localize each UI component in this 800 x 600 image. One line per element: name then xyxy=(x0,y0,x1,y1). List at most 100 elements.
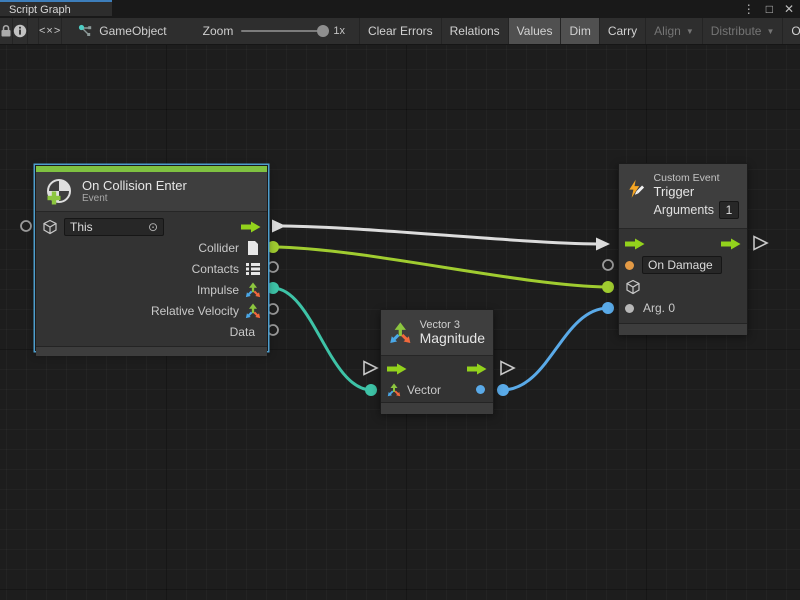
node-footer xyxy=(619,323,747,335)
toolbar-buttons: Clear Errors Relations Values Dim Carry … xyxy=(359,18,800,44)
target-field[interactable]: This ⊙ xyxy=(64,218,164,236)
port-row-vector[interactable]: Vector xyxy=(381,379,493,400)
zoom-slider-handle[interactable] xyxy=(317,25,329,37)
graph-target[interactable]: GameObject xyxy=(78,18,176,44)
custom-event-icon xyxy=(627,172,646,206)
port-custom-event-target[interactable] xyxy=(602,281,614,293)
clear-errors-button[interactable]: Clear Errors xyxy=(359,18,441,44)
port-magnitude-vector-in[interactable] xyxy=(365,384,377,396)
zoom-slider[interactable] xyxy=(241,30,325,32)
node-subtitle: Event xyxy=(82,193,187,205)
node-header: On Collision Enter Event xyxy=(36,172,267,212)
inspect-button[interactable] xyxy=(13,18,28,44)
zoom-control: Zoom 1x xyxy=(203,18,345,44)
port-row-contacts[interactable]: Contacts xyxy=(36,258,267,279)
port-magnitude-result-out[interactable] xyxy=(497,384,509,396)
port-row-target[interactable] xyxy=(619,276,747,298)
port-label-collider: Collider xyxy=(198,241,239,255)
values-button[interactable]: Values xyxy=(508,18,561,44)
collision-event-icon xyxy=(44,177,74,207)
port-row-arg0[interactable]: Arg. 0 xyxy=(619,298,747,320)
distribute-label: Distribute xyxy=(711,24,762,38)
vector3-icon xyxy=(389,319,412,347)
port-row-relative-velocity[interactable]: Relative Velocity xyxy=(36,300,267,321)
node-on-collision-enter[interactable]: On Collision Enter Event This ⊙ xyxy=(35,165,268,351)
close-icon[interactable]: ✕ xyxy=(784,2,794,16)
wire-impulse[interactable] xyxy=(273,288,371,390)
port-relative-velocity-out[interactable] xyxy=(268,304,278,314)
dim-button[interactable]: Dim xyxy=(560,18,598,44)
port-label-relative-velocity: Relative Velocity xyxy=(151,304,239,318)
port-row-data[interactable]: Data xyxy=(36,321,267,342)
node-title: Trigger xyxy=(654,184,739,199)
collider-doc-icon xyxy=(245,240,261,256)
port-data-out[interactable] xyxy=(268,325,278,335)
object-picker-icon[interactable]: ⊙ xyxy=(148,220,158,234)
wire-flow-start-arrow xyxy=(272,220,286,233)
flow-out-arrow-icon[interactable] xyxy=(241,221,261,233)
node-magnitude[interactable]: Vector 3 Magnitude xyxy=(380,309,494,413)
port-label-impulse: Impulse xyxy=(197,283,239,297)
string-port-dot[interactable] xyxy=(625,261,634,270)
tab-script-graph[interactable]: Script Graph xyxy=(0,0,112,16)
zoom-value: 1x xyxy=(333,25,345,37)
overview-button[interactable]: Overv xyxy=(782,18,800,44)
port-magnitude-flow-out[interactable] xyxy=(501,362,514,375)
node-header: Vector 3 Magnitude xyxy=(381,310,493,356)
flow-row xyxy=(381,358,493,379)
result-port-dot[interactable] xyxy=(476,385,485,394)
wire-collider[interactable] xyxy=(273,247,608,287)
node-footer xyxy=(36,346,267,356)
title-bar: Script Graph ⋮ □ ✕ xyxy=(0,0,800,18)
list-icon xyxy=(245,261,261,277)
wire-flow-end-arrow xyxy=(596,238,610,251)
graph-target-label: GameObject xyxy=(99,24,166,38)
port-custom-event-arg0-in[interactable] xyxy=(602,302,614,314)
zoom-label: Zoom xyxy=(203,24,234,38)
carry-button[interactable]: Carry xyxy=(599,18,645,44)
port-custom-event-flow-out[interactable] xyxy=(754,237,767,250)
flow-out-arrow-icon[interactable] xyxy=(467,363,487,375)
maximize-icon[interactable]: □ xyxy=(766,2,773,16)
port-event-name-in[interactable] xyxy=(603,260,613,270)
node-category: Custom Event xyxy=(654,172,739,184)
flow-out-arrow-icon[interactable] xyxy=(721,238,741,250)
port-row-impulse[interactable]: Impulse xyxy=(36,279,267,300)
port-label-arg0: Arg. 0 xyxy=(643,301,675,315)
port-label-contacts: Contacts xyxy=(192,262,239,276)
vector3-icon xyxy=(387,383,401,397)
port-label-vector: Vector xyxy=(407,383,441,397)
port-collision-enter-in[interactable] xyxy=(21,221,31,231)
node-trigger-custom-event[interactable]: Custom Event Trigger Arguments 1 xyxy=(618,163,748,334)
port-row-collider[interactable]: Collider xyxy=(36,237,267,258)
gameobject-cube-icon xyxy=(625,279,641,295)
arguments-field[interactable]: 1 xyxy=(719,201,739,219)
port-contacts-out[interactable] xyxy=(268,262,278,272)
object-port-dot[interactable] xyxy=(625,304,634,313)
code-view-button[interactable]: <×> xyxy=(38,18,62,44)
lock-button[interactable] xyxy=(0,18,13,44)
align-button[interactable]: Align ▼ xyxy=(645,18,702,44)
wire-magnitude-result[interactable] xyxy=(503,308,608,390)
info-icon xyxy=(13,24,27,38)
vector3-icon xyxy=(245,282,261,298)
align-label: Align xyxy=(654,24,681,38)
flow-in-arrow-icon[interactable] xyxy=(625,238,645,250)
menu-icon[interactable]: ⋮ xyxy=(743,2,755,16)
port-collider-out[interactable] xyxy=(267,241,279,253)
arguments-value: 1 xyxy=(726,203,733,217)
relations-button[interactable]: Relations xyxy=(441,18,508,44)
port-label-data: Data xyxy=(230,325,255,339)
chevron-down-icon: ▼ xyxy=(686,27,694,36)
port-row-event-name[interactable]: On Damage xyxy=(619,255,747,277)
distribute-button[interactable]: Distribute ▼ xyxy=(702,18,783,44)
target-value: This xyxy=(70,220,93,234)
port-impulse-out[interactable] xyxy=(267,282,279,294)
port-magnitude-flow-in[interactable] xyxy=(364,362,377,375)
wire-flow[interactable] xyxy=(283,226,598,244)
node-header: Custom Event Trigger Arguments 1 xyxy=(619,164,747,229)
event-name-field[interactable]: On Damage xyxy=(642,256,722,274)
graph-toolbar: <×> GameObject Zoom 1x Clear Errors Rela… xyxy=(0,18,800,45)
flow-in-arrow-icon[interactable] xyxy=(387,363,407,375)
graph-canvas[interactable]: On Collision Enter Event This ⊙ xyxy=(0,45,800,600)
